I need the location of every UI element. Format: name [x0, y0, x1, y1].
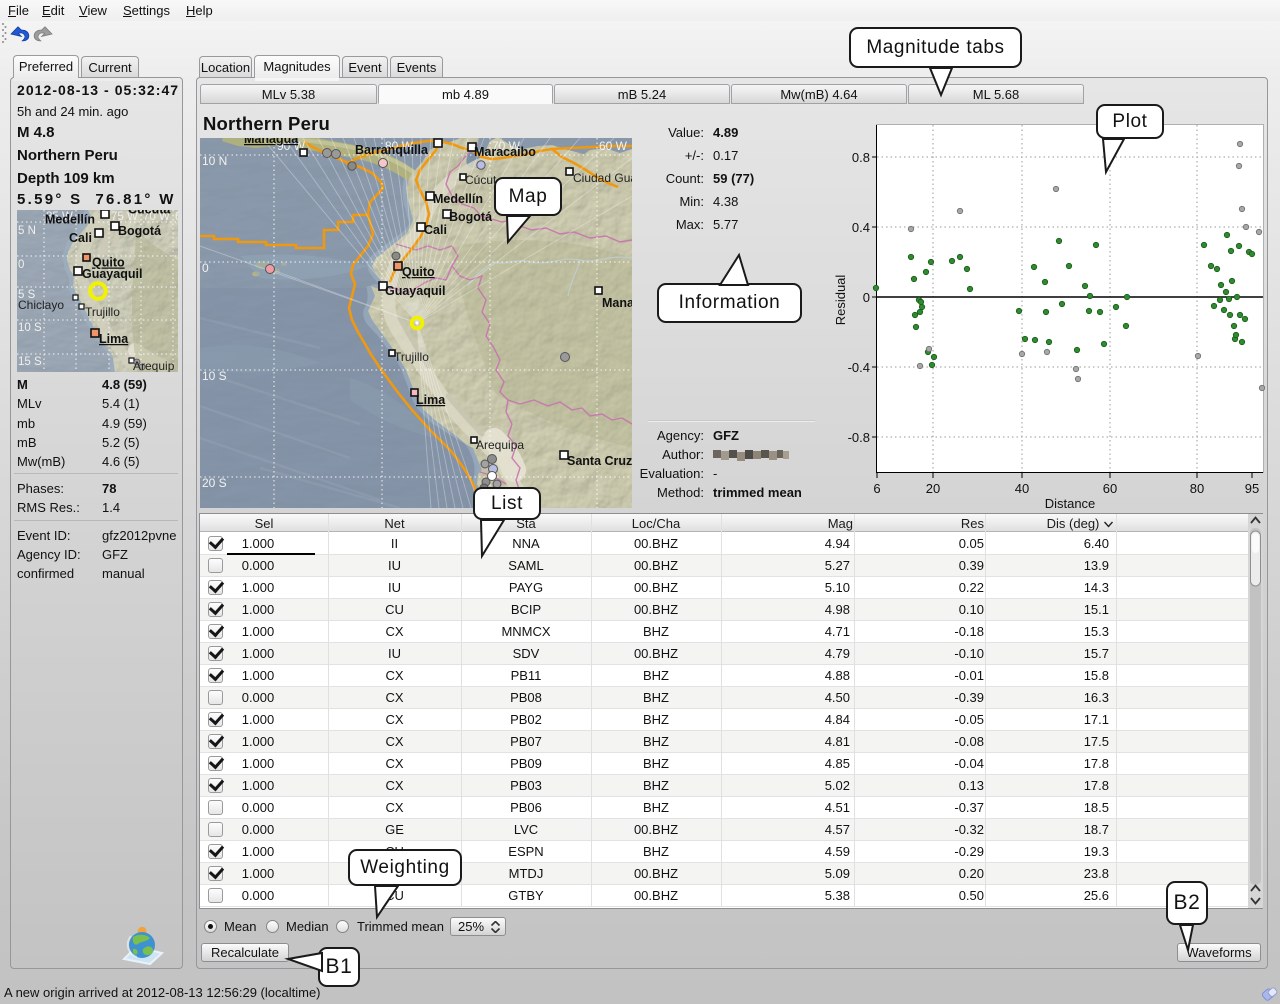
svg-text:0: 0 — [202, 261, 209, 275]
svg-text:Managua: Managua — [244, 138, 299, 146]
svg-text:Trujillo: Trujillo — [85, 305, 120, 319]
svg-text:Maracaibo: Maracaibo — [474, 145, 536, 159]
svg-text:20: 20 — [926, 481, 940, 496]
svg-text:-0.8: -0.8 — [848, 430, 870, 445]
svg-text:0: 0 — [18, 259, 24, 271]
svg-text:Distance: Distance — [1045, 496, 1096, 510]
svg-text:0.8: 0.8 — [852, 150, 870, 165]
svg-text:Quito: Quito — [402, 265, 435, 279]
svg-text:Bogotá: Bogotá — [118, 224, 161, 238]
svg-text:80: 80 — [1190, 481, 1204, 496]
svg-text:Lima: Lima — [416, 393, 446, 407]
svg-text:10 S: 10 S — [18, 322, 42, 334]
svg-text:-0.4: -0.4 — [848, 360, 870, 375]
svg-text:Residual: Residual — [833, 275, 848, 326]
svg-text:Arequipa: Arequipa — [476, 438, 524, 452]
svg-text:Chiclayo: Chiclayo — [18, 298, 64, 312]
svg-text:Cúcut: Cúcut — [465, 173, 497, 187]
svg-text:Cali: Cali — [69, 231, 92, 245]
svg-text:Barranquilla: Barranquilla — [355, 143, 429, 157]
svg-text:10 S: 10 S — [202, 369, 227, 383]
svg-text:Medellín: Medellín — [433, 192, 483, 206]
svg-text:40: 40 — [1015, 481, 1029, 496]
svg-text:Cali: Cali — [424, 223, 447, 237]
svg-text:Trujillo: Trujillo — [394, 350, 429, 364]
svg-text:0.4: 0.4 — [852, 220, 870, 235]
svg-text:Guayaquil: Guayaquil — [385, 284, 445, 298]
svg-text:Mana: Mana — [602, 296, 632, 310]
svg-text:10 N: 10 N — [202, 154, 227, 168]
svg-text:Medellín: Medellín — [45, 213, 95, 227]
svg-text:0: 0 — [863, 290, 870, 305]
svg-text:15 S: 15 S — [18, 356, 42, 368]
svg-text:6: 6 — [175, 211, 178, 223]
svg-text:Cucuta: Cucuta — [128, 210, 171, 217]
svg-text:Arequip: Arequip — [133, 359, 175, 372]
svg-text:6: 6 — [873, 481, 880, 496]
svg-text:Guayaquil: Guayaquil — [82, 267, 142, 281]
svg-text:Lima: Lima — [99, 332, 129, 346]
svg-text:Bogotá: Bogotá — [449, 210, 492, 224]
svg-text:60: 60 — [1103, 481, 1117, 496]
svg-text:5 N: 5 N — [18, 225, 36, 237]
svg-text:20 S: 20 S — [202, 476, 227, 490]
svg-text:95: 95 — [1245, 481, 1259, 496]
